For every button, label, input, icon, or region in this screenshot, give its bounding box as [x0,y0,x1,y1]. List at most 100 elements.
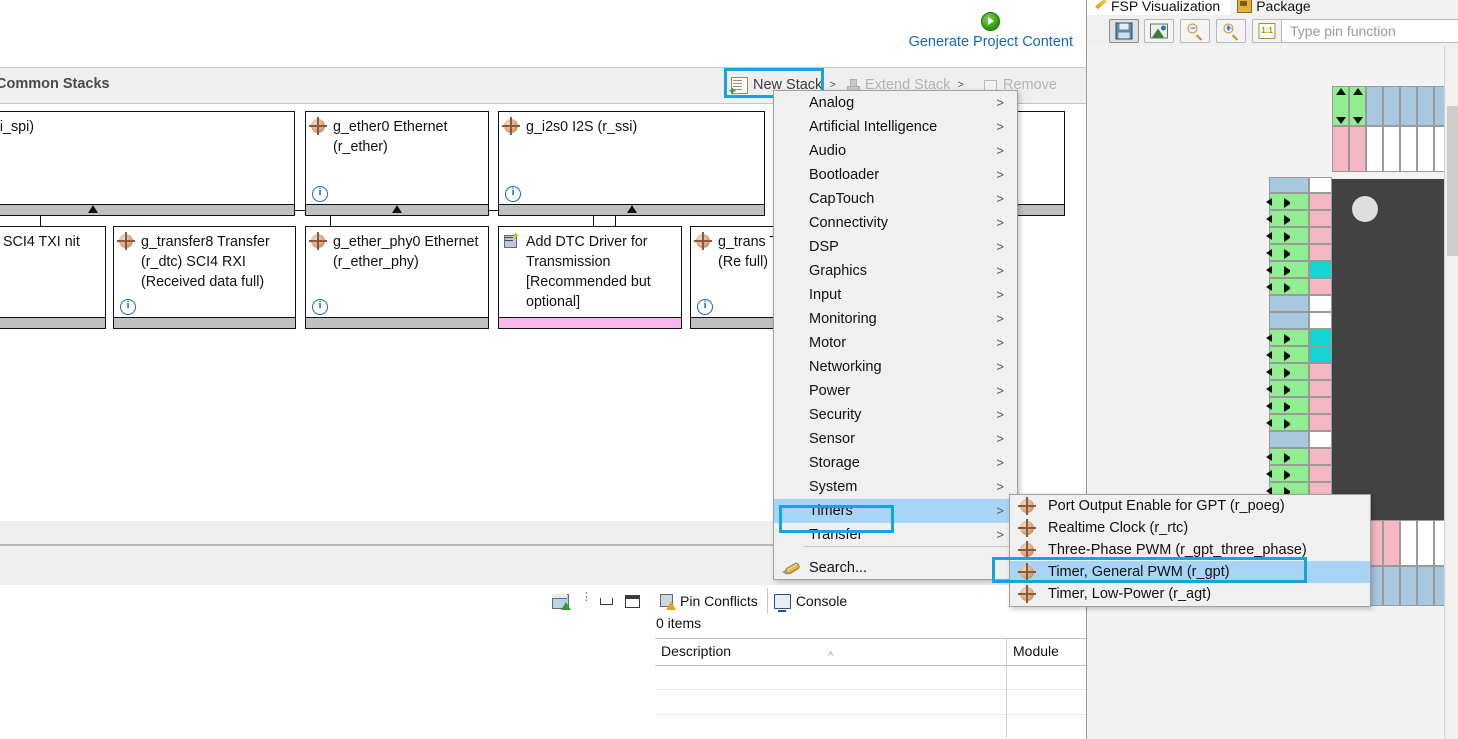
up-arrow-icon [87,205,98,213]
node-footer [306,204,488,215]
zoom-in-button[interactable] [1216,19,1246,43]
menu-item-analog[interactable]: Analog > [774,91,1017,115]
menu-item-transfer[interactable]: Transfer > [774,523,1017,547]
menu-item-graphics[interactable]: Graphics > [774,259,1017,283]
chevron-right-icon: > [996,215,1004,230]
menu-item-motor[interactable]: Motor > [774,331,1017,355]
pin-rows-left[interactable] [1266,177,1332,515]
up-arrow-icon [626,205,637,213]
submenu-item-general-pwm[interactable]: Timer, General PWM (r_gpt) [1010,561,1370,583]
one-to-one-icon: 1:1 [1258,23,1276,39]
view-toolbar: ⋮ [552,590,647,612]
pin-group-top-green[interactable] [1332,86,1366,126]
rocket-icon [782,560,801,576]
menu-item-audio[interactable]: Audio > [774,139,1017,163]
stack-node-transfer8[interactable]: g_transfer8 Transfer (r_dtc) SCI4 RXI (R… [113,226,296,329]
menu-item-input[interactable]: Input > [774,283,1017,307]
chip-die-body [1332,179,1458,520]
stack-node-ether0[interactable]: g_ether0 Ethernet (r_ether) i [305,111,489,216]
chevron-right-icon: > [996,263,1004,278]
chevron-right-icon: > [996,95,1004,110]
column-header-description[interactable]: Description ^ [655,639,1007,664]
actual-size-button[interactable]: 1:1 [1252,19,1282,43]
generate-project-content-label: Generate Project Content [908,34,1073,50]
menu-item-monitoring[interactable]: Monitoring > [774,307,1017,331]
chevron-right-icon: > [996,143,1004,158]
zoom-out-button[interactable] [1180,19,1210,43]
menu-item-storage[interactable]: Storage > [774,451,1017,475]
item-count-label: 0 items [656,615,702,631]
node-footer [0,204,294,215]
chevron-right-icon: > [996,359,1004,374]
stack-node-i2s0[interactable]: g_i2s0 I2S (r_ssi) i [498,111,765,216]
info-icon[interactable]: i [312,186,328,202]
chevron-right-icon: > [996,455,1004,470]
maximize-icon[interactable] [625,594,640,608]
tab-label: FSP Visualization [1111,0,1221,14]
info-icon[interactable]: i [697,299,713,315]
module-icon [1018,585,1036,603]
menu-item-security[interactable]: Security > [774,403,1017,427]
tab-fsp-visualization[interactable]: FSP Visualization [1087,0,1231,15]
new-view-icon[interactable] [552,593,571,610]
play-circle-green-icon [981,12,1001,31]
timers-submenu[interactable]: Port Output Enable for GPT (r_poeg) Real… [992,494,1371,607]
module-icon [309,232,327,250]
module-icon [1018,563,1036,581]
chevron-right-icon: > [996,503,1004,518]
add-dtc-driver-icon: ✦ [504,232,520,248]
export-image-button[interactable] [1144,19,1174,43]
package-icon [1237,0,1253,13]
submenu-item-three-phase-pwm[interactable]: Three-Phase PWM (r_gpt_three_phase) [1010,539,1370,561]
submenu-item-low-power[interactable]: Timer, Low-Power (r_agt) [1010,583,1370,605]
right-panel-scrollbar[interactable] [1444,46,1458,739]
tab-console[interactable]: Console [767,588,857,614]
chevron-right-icon: > [996,527,1004,542]
info-icon[interactable]: i [120,299,136,315]
new-stack-context-menu[interactable]: Analog > Artificial Intelligence > Audio > … [773,90,1018,580]
menu-item-search[interactable]: Search... [774,556,1017,580]
stacks-panel-title: Common Stacks [0,76,110,92]
menu-item-timers[interactable]: Timers > [774,499,1017,523]
generate-project-content-button[interactable]: Generate Project Content [909,12,1073,50]
pin-label-top [1335,48,1339,86]
scrollbar-thumb[interactable] [1447,106,1458,256]
menu-item-artificial-intelligence[interactable]: Artificial Intelligence > [774,115,1017,139]
menu-item-system[interactable]: System > [774,475,1017,499]
image-icon [1150,23,1168,39]
chevron-right-icon: > [996,479,1004,494]
menu-item-sensor[interactable]: Sensor > [774,427,1017,451]
fsp-visualization-panel: FSP Visualization Package 1:1 Type pin f… [1086,0,1458,739]
console-icon [773,593,791,612]
node-footer [114,317,295,328]
menu-item-networking[interactable]: Networking > [774,355,1017,379]
view-menu-icon[interactable]: ⋮ [581,592,592,608]
stack-node-ether-phy0[interactable]: g_ether_phy0 Ethernet (r_ether_phy) i [305,226,489,329]
stack-node-label: pi4 SPI (r_sci_spi) [0,119,35,135]
module-icon [1018,497,1036,515]
chevron-right-icon: > [996,239,1004,254]
submenu-item-poeg[interactable]: Port Output Enable for GPT (r_poeg) [1010,495,1370,517]
menu-item-captouch[interactable]: CapTouch > [774,187,1017,211]
save-image-button[interactable] [1109,19,1139,43]
chevron-right-icon: > [996,407,1004,422]
submenu-item-rtc[interactable]: Realtime Clock (r_rtc) [1010,517,1370,539]
pin-function-search-input[interactable]: Type pin function [1281,19,1458,43]
stack-node-transfer7[interactable]: fer7 Transfer SCI4 TXI nit data [0,226,106,329]
menu-item-connectivity[interactable]: Connectivity > [774,211,1017,235]
menu-item-bootloader[interactable]: Bootloader > [774,163,1017,187]
stack-node-label: Add DTC Driver for Transmission [Recomme… [526,234,651,310]
chevron-right-icon: > [996,287,1004,302]
pin-names-top-a[interactable] [1332,126,1366,172]
menu-item-dsp[interactable]: DSP > [774,235,1017,259]
stack-node-sci-spi[interactable]: pi4 SPI (r_sci_spi) i [0,111,295,216]
menu-item-power[interactable]: Power > [774,379,1017,403]
stack-node-add-dtc-driver[interactable]: ✦ Add DTC Driver for Transmission [Recom… [498,226,682,329]
chip-package-diagram[interactable] [1087,46,1458,739]
tab-pin-conflicts[interactable]: Pin Conflicts [654,588,768,614]
info-icon[interactable]: i [312,299,328,315]
info-icon[interactable]: i [505,186,521,202]
minimize-icon[interactable] [600,597,613,605]
module-icon [694,232,712,250]
tab-package[interactable]: Package [1230,0,1321,15]
